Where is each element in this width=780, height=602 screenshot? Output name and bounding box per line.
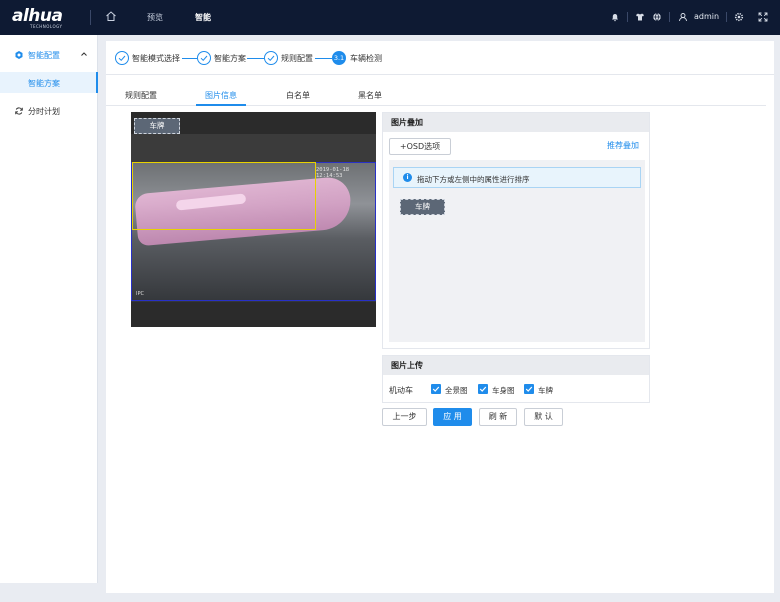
bell-icon[interactable] bbox=[610, 12, 620, 22]
top-bar: alhua TECHNOLOGY 预览 智能 admin bbox=[0, 0, 780, 35]
check-icon bbox=[432, 386, 440, 392]
globe-icon[interactable] bbox=[652, 12, 662, 22]
home-icon[interactable] bbox=[105, 10, 117, 22]
user-icon[interactable] bbox=[678, 12, 688, 22]
step-check-icon bbox=[264, 51, 278, 65]
step-connector bbox=[315, 58, 332, 59]
step-label-current: 车辆检测 bbox=[350, 54, 382, 63]
divider bbox=[90, 10, 91, 25]
step-label: 智能模式选择 bbox=[132, 54, 180, 63]
tab-underline bbox=[196, 104, 246, 106]
brand-logo-sub: TECHNOLOGY bbox=[30, 24, 63, 29]
divider bbox=[669, 12, 670, 22]
sidebar-group-smart-config[interactable]: 智能配置 bbox=[0, 43, 98, 67]
tab-blacklist[interactable]: 黑名单 bbox=[358, 90, 382, 101]
chevron-up-icon[interactable] bbox=[80, 50, 88, 58]
detection-box[interactable] bbox=[132, 162, 316, 230]
video-channel: IPC bbox=[136, 291, 144, 297]
video-timestamp: 2019-01-18 12:14:53 bbox=[316, 167, 350, 179]
overlay-chip-plate[interactable]: 车牌 bbox=[400, 199, 445, 215]
tab-picture-info[interactable]: 图片信息 bbox=[205, 90, 237, 101]
prev-step-button[interactable]: 上一步 bbox=[382, 408, 427, 426]
apply-button[interactable]: 应 用 bbox=[433, 408, 472, 426]
upload-row-label: 机动车 bbox=[389, 386, 413, 395]
smart-config-icon bbox=[15, 51, 23, 59]
main-panel: 智能模式选择 智能方案 规则配置 3.1 车辆检测 规则配置 图片信息 白名单 … bbox=[106, 41, 774, 593]
checkbox-plate[interactable] bbox=[524, 384, 534, 394]
gear-icon[interactable] bbox=[734, 12, 744, 22]
checkbox-panorama[interactable] bbox=[431, 384, 441, 394]
tab-rule-config[interactable]: 规则配置 bbox=[125, 90, 157, 101]
video-upper-area bbox=[131, 134, 376, 162]
upload-panel: 图片上传 机动车 全景图 车身图 车牌 bbox=[382, 355, 650, 403]
shirt-icon[interactable] bbox=[635, 12, 645, 22]
sidebar-item-label: 分时计划 bbox=[28, 107, 60, 116]
divider bbox=[726, 12, 727, 22]
checkbox-label: 车牌 bbox=[538, 386, 553, 395]
nav-preview[interactable]: 预览 bbox=[147, 12, 163, 23]
username[interactable]: admin bbox=[694, 12, 719, 21]
step-connector bbox=[182, 58, 197, 59]
step-label: 智能方案 bbox=[214, 54, 246, 63]
checkbox-label: 全景图 bbox=[445, 386, 468, 395]
tab-bar: 规则配置 图片信息 白名单 黑名单 bbox=[106, 84, 766, 106]
sidebar-item-label: 智能方案 bbox=[28, 79, 60, 88]
overlay-panel: 图片叠加 +OSD选项 推荐叠加 i 拖动下方或左侧中的属性进行排序 车牌 bbox=[382, 112, 650, 349]
brand-logo: alhua bbox=[12, 6, 63, 26]
default-button[interactable]: 默 认 bbox=[524, 408, 563, 426]
osd-options-button[interactable]: +OSD选项 bbox=[389, 138, 451, 155]
sidebar-item-schedule[interactable]: 分时计划 bbox=[0, 99, 98, 121]
video-preview[interactable]: 2019-01-18 12:14:53 IPC 车牌 bbox=[131, 112, 376, 327]
refresh-icon bbox=[15, 107, 23, 115]
checkbox-vehicle-body[interactable] bbox=[478, 384, 488, 394]
overlay-panel-title: 图片叠加 bbox=[383, 113, 649, 132]
step-connector bbox=[247, 58, 264, 59]
divider bbox=[627, 12, 628, 22]
upload-row: 机动车 全景图 车身图 车牌 bbox=[383, 376, 649, 403]
info-text: 拖动下方或左侧中的属性进行排序 bbox=[417, 175, 530, 184]
sidebar: 智能配置 智能方案 分时计划 bbox=[0, 35, 98, 583]
nav-intelligent[interactable]: 智能 bbox=[195, 12, 211, 23]
sidebar-item-smart-plan[interactable]: 智能方案 bbox=[0, 72, 98, 93]
recommend-overlay-link[interactable]: 推荐叠加 bbox=[607, 140, 639, 151]
overlay-sort-area: i 拖动下方或左侧中的属性进行排序 车牌 bbox=[389, 160, 645, 342]
plate-tag[interactable]: 车牌 bbox=[134, 118, 180, 134]
step-number: 3.1 bbox=[332, 51, 346, 65]
info-banner: i 拖动下方或左侧中的属性进行排序 bbox=[393, 167, 641, 188]
info-icon: i bbox=[403, 173, 412, 182]
step-check-icon bbox=[115, 51, 129, 65]
step-label: 规则配置 bbox=[281, 54, 313, 63]
tab-whitelist[interactable]: 白名单 bbox=[286, 90, 310, 101]
wizard-steps: 智能模式选择 智能方案 规则配置 3.1 车辆检测 bbox=[106, 41, 774, 75]
refresh-button[interactable]: 刷 新 bbox=[479, 408, 517, 426]
step-check-icon bbox=[197, 51, 211, 65]
fullscreen-icon[interactable] bbox=[758, 12, 768, 22]
checkbox-label: 车身图 bbox=[492, 386, 515, 395]
upload-panel-title: 图片上传 bbox=[383, 356, 649, 375]
sidebar-group-label: 智能配置 bbox=[28, 51, 60, 60]
check-icon bbox=[525, 386, 533, 392]
check-icon bbox=[479, 386, 487, 392]
